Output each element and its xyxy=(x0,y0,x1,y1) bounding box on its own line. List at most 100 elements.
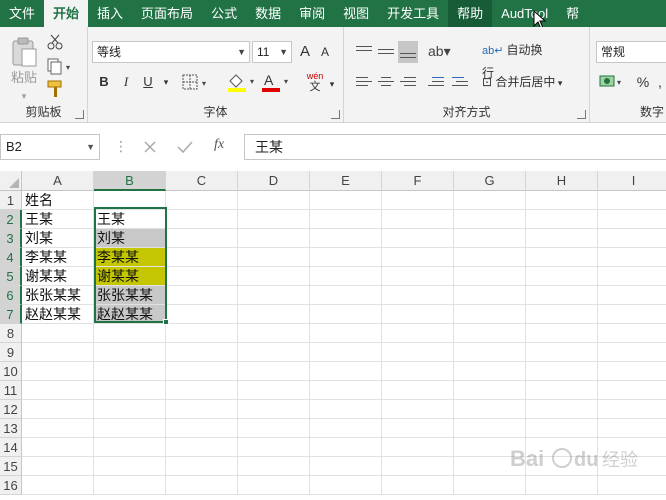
cell-e13[interactable] xyxy=(310,419,382,438)
column-header-g[interactable]: G xyxy=(454,171,526,191)
cell-g8[interactable] xyxy=(454,324,526,343)
cell-b4[interactable]: 李某某 xyxy=(94,248,166,267)
cell-a10[interactable] xyxy=(22,362,94,381)
cell-f1[interactable] xyxy=(382,191,454,210)
font-launcher-icon[interactable] xyxy=(331,110,340,119)
cell-c4[interactable] xyxy=(166,248,238,267)
row-header-10[interactable]: 10 xyxy=(0,362,22,381)
cell-e4[interactable] xyxy=(310,248,382,267)
phonetic-dropdown-icon[interactable]: ▾ xyxy=(326,73,338,95)
row-header-16[interactable]: 16 xyxy=(0,476,22,495)
cell-c16[interactable] xyxy=(166,476,238,495)
cell-b10[interactable] xyxy=(94,362,166,381)
cell-a4[interactable]: 李某某 xyxy=(22,248,94,267)
percent-style-button[interactable]: % xyxy=(634,71,652,93)
cell-a6[interactable]: 张张某某 xyxy=(22,286,94,305)
cell-e16[interactable] xyxy=(310,476,382,495)
cell-a12[interactable] xyxy=(22,400,94,419)
cell-f10[interactable] xyxy=(382,362,454,381)
align-right-icon[interactable] xyxy=(398,74,418,92)
cell-i6[interactable] xyxy=(598,286,666,305)
cell-h11[interactable] xyxy=(526,381,598,400)
cell-e15[interactable] xyxy=(310,457,382,476)
cell-c1[interactable] xyxy=(166,191,238,210)
decrease-indent-icon[interactable] xyxy=(426,74,446,92)
align-left-icon[interactable] xyxy=(354,74,374,92)
cell-g10[interactable] xyxy=(454,362,526,381)
cell-e3[interactable] xyxy=(310,229,382,248)
cell-i10[interactable] xyxy=(598,362,666,381)
cell-a16[interactable] xyxy=(22,476,94,495)
increase-indent-icon[interactable] xyxy=(450,74,470,92)
currency-format-icon[interactable]: ▾ xyxy=(598,73,626,91)
cell-a8[interactable] xyxy=(22,324,94,343)
ribbon-tab-9[interactable]: 帮助 xyxy=(448,0,493,27)
cell-f16[interactable] xyxy=(382,476,454,495)
font-color-icon[interactable]: A ▾ xyxy=(260,71,292,93)
cell-d12[interactable] xyxy=(238,400,310,419)
ribbon-tab-6[interactable]: 审阅 xyxy=(290,0,334,27)
alignment-launcher-icon[interactable] xyxy=(577,110,586,119)
cell-g3[interactable] xyxy=(454,229,526,248)
align-center-icon[interactable] xyxy=(376,74,396,92)
column-header-a[interactable]: A xyxy=(22,171,94,191)
cell-d2[interactable] xyxy=(238,210,310,229)
cell-a2[interactable]: 王某 xyxy=(22,210,94,229)
row-header-13[interactable]: 13 xyxy=(0,419,22,438)
row-header-15[interactable]: 15 xyxy=(0,457,22,476)
column-header-i[interactable]: I xyxy=(598,171,666,191)
row-header-2[interactable]: 2 xyxy=(0,210,22,229)
shrink-font-button[interactable]: A xyxy=(316,41,334,63)
cell-f12[interactable] xyxy=(382,400,454,419)
column-header-d[interactable]: D xyxy=(238,171,310,191)
underline-button[interactable]: U xyxy=(138,71,158,93)
cell-i7[interactable] xyxy=(598,305,666,324)
cell-b5[interactable]: 谢某某 xyxy=(94,267,166,286)
cell-e1[interactable] xyxy=(310,191,382,210)
cell-c13[interactable] xyxy=(166,419,238,438)
row-header-9[interactable]: 9 xyxy=(0,343,22,362)
ribbon-tab-11[interactable]: 帮 xyxy=(557,0,588,27)
cell-b7[interactable]: 赵赵某某 xyxy=(94,305,166,324)
cell-f6[interactable] xyxy=(382,286,454,305)
ribbon-tab-7[interactable]: 视图 xyxy=(334,0,378,27)
cell-d10[interactable] xyxy=(238,362,310,381)
confirm-entry-icon[interactable] xyxy=(176,139,194,155)
ribbon-tab-3[interactable]: 页面布局 xyxy=(132,0,202,27)
ribbon-tab-0[interactable]: 文件 xyxy=(0,0,44,27)
cell-h5[interactable] xyxy=(526,267,598,286)
cell-b12[interactable] xyxy=(94,400,166,419)
cell-a9[interactable] xyxy=(22,343,94,362)
cancel-entry-icon[interactable] xyxy=(142,139,158,155)
cell-d13[interactable] xyxy=(238,419,310,438)
cell-f14[interactable] xyxy=(382,438,454,457)
cell-b1[interactable] xyxy=(94,191,166,210)
cell-f3[interactable] xyxy=(382,229,454,248)
cell-c11[interactable] xyxy=(166,381,238,400)
cell-h1[interactable] xyxy=(526,191,598,210)
cell-a3[interactable]: 刘某 xyxy=(22,229,94,248)
row-header-12[interactable]: 12 xyxy=(0,400,22,419)
cell-f13[interactable] xyxy=(382,419,454,438)
cell-i11[interactable] xyxy=(598,381,666,400)
cell-d8[interactable] xyxy=(238,324,310,343)
cell-h12[interactable] xyxy=(526,400,598,419)
cut-icon[interactable] xyxy=(46,33,64,51)
clipboard-launcher-icon[interactable] xyxy=(75,110,84,119)
cell-c9[interactable] xyxy=(166,343,238,362)
phonetic-guide-button[interactable]: wén 文 xyxy=(302,71,328,93)
cell-i3[interactable] xyxy=(598,229,666,248)
cell-h7[interactable] xyxy=(526,305,598,324)
cell-g11[interactable] xyxy=(454,381,526,400)
format-painter-icon[interactable] xyxy=(46,79,66,99)
column-header-h[interactable]: H xyxy=(526,171,598,191)
cell-d11[interactable] xyxy=(238,381,310,400)
cell-b11[interactable] xyxy=(94,381,166,400)
column-header-c[interactable]: C xyxy=(166,171,238,191)
borders-icon[interactable]: ▾ xyxy=(182,74,212,90)
cell-g5[interactable] xyxy=(454,267,526,286)
cell-i12[interactable] xyxy=(598,400,666,419)
align-bottom-icon[interactable] xyxy=(398,41,418,63)
cell-d16[interactable] xyxy=(238,476,310,495)
cell-b2[interactable]: 王某 xyxy=(94,210,166,229)
